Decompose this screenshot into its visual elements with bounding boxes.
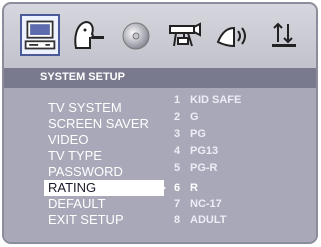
rating-option[interactable]: 2G: [174, 109, 199, 125]
page-title: SYSTEM SETUP: [40, 71, 125, 83]
submenu-arrow-icon: [158, 183, 166, 193]
disc-icon[interactable]: [116, 14, 156, 56]
audio-setup-icon[interactable]: [212, 14, 252, 56]
menu-item-video[interactable]: VIDEO: [48, 132, 88, 148]
menu-item-rating[interactable]: RATING: [44, 180, 164, 196]
rating-option[interactable]: 1 KID SAFE: [174, 92, 241, 108]
language-setup-icon[interactable]: [68, 14, 108, 56]
title-bar: SYSTEM SETUP: [4, 68, 316, 88]
rating-option[interactable]: 8 ADULT: [174, 212, 226, 228]
menu-item-exit-setup[interactable]: EXIT SETUP: [48, 212, 124, 228]
menu-item-default[interactable]: DEFAULT: [48, 196, 106, 212]
menu-item-tv-system[interactable]: TV SYSTEM: [48, 100, 122, 116]
rating-option[interactable]: 7 NC-17: [174, 196, 222, 212]
setup-icon-bar: [4, 4, 316, 68]
video-setup-icon[interactable]: [164, 14, 204, 56]
menu-item-tv-type[interactable]: TV TYPE: [48, 148, 102, 164]
rating-option[interactable]: 3 PG: [174, 126, 206, 142]
settings-panel: TV SYSTEM SCREEN SAVER VIDEO TV TYPE PAS…: [4, 88, 316, 242]
menu-item-screen-saver[interactable]: SCREEN SAVER: [48, 116, 149, 132]
digital-setup-icon[interactable]: [264, 14, 304, 56]
rating-option[interactable]: 5 PG-R: [174, 160, 218, 176]
setup-window: SYSTEM SETUP TV SYSTEM SCREEN SAVER VIDE…: [2, 2, 318, 244]
menu-item-password[interactable]: PASSWORD: [48, 164, 123, 180]
rating-option[interactable]: 4 PG13: [174, 143, 218, 159]
rating-option-selected[interactable]: 6R: [174, 180, 198, 196]
system-setup-icon[interactable]: [20, 14, 60, 56]
